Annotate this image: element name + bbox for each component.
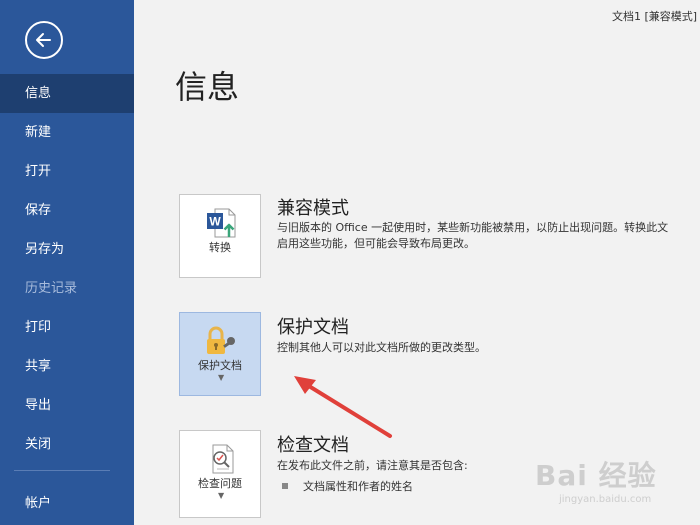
bullet-marker <box>282 483 288 489</box>
sidebar-item-info[interactable]: 信息 <box>0 74 134 113</box>
page-title: 信息 <box>175 68 240 106</box>
watermark: Bai 经验 jingyan.baidu.com <box>535 448 695 518</box>
backstage-sidebar: 信息 新建 打开 保存 另存为 历史记录 打印 共享 导出 关闭 帐户 <box>0 0 134 525</box>
sidebar-nav: 信息 新建 打开 保存 另存为 历史记录 打印 共享 导出 关闭 <box>0 74 134 464</box>
chevron-down-icon: ▼ <box>218 491 225 500</box>
sidebar-item-print[interactable]: 打印 <box>0 308 134 347</box>
sidebar-item-export[interactable]: 导出 <box>0 386 134 425</box>
protect-document-desc: 控制其他人可以对此文档所做的更改类型。 <box>277 341 486 354</box>
watermark-url: jingyan.baidu.com <box>559 494 652 505</box>
compat-mode-desc-line1: 与旧版本的 Office 一起使用时，某些新功能被禁用，以防止出现问题。转换此文 <box>277 221 669 234</box>
compat-mode-desc-line2: 启用这些功能，但可能会导致布局更改。 <box>277 237 475 250</box>
sidebar-item-close[interactable]: 关闭 <box>0 425 134 464</box>
sidebar-item-share[interactable]: 共享 <box>0 347 134 386</box>
check-issues-button-label: 检查问题 <box>198 477 242 490</box>
check-issues-button[interactable]: 检查问题 ▼ <box>179 430 261 518</box>
back-arrow-icon <box>36 33 51 47</box>
compat-mode-title: 兼容模式 <box>277 198 349 219</box>
protect-document-button-label: 保护文档 <box>198 359 242 372</box>
sidebar-item-save-as[interactable]: 另存为 <box>0 230 134 269</box>
chevron-down-icon: ▼ <box>218 373 225 382</box>
back-button[interactable] <box>25 21 63 59</box>
lock-key-icon <box>207 326 235 354</box>
sidebar-item-save[interactable]: 保存 <box>0 191 134 230</box>
sidebar-divider <box>14 470 110 471</box>
inspect-bullet-item: 文档属性和作者的姓名 <box>303 480 413 493</box>
protect-document-title: 保护文档 <box>277 317 349 338</box>
inspect-document-desc: 在发布此文件之前，请注意其是否包含: <box>277 459 468 472</box>
document-title: 文档1 [兼容模式] <box>612 10 698 23</box>
sidebar-item-open[interactable]: 打开 <box>0 152 134 191</box>
sidebar-item-new[interactable]: 新建 <box>0 113 134 152</box>
convert-button-label: 转换 <box>209 241 231 254</box>
word-convert-icon: W <box>207 208 236 238</box>
sidebar-item-account[interactable]: 帐户 <box>0 486 134 522</box>
sidebar-item-history: 历史记录 <box>25 281 78 296</box>
svg-text:W: W <box>209 215 221 229</box>
protect-document-button[interactable]: 保护文档 ▼ <box>179 312 261 396</box>
inspect-document-icon <box>212 444 234 474</box>
convert-button[interactable]: W 转换 <box>179 194 261 278</box>
inspect-document-title: 检查文档 <box>277 435 349 456</box>
watermark-text: Bai 经验 <box>535 459 657 492</box>
